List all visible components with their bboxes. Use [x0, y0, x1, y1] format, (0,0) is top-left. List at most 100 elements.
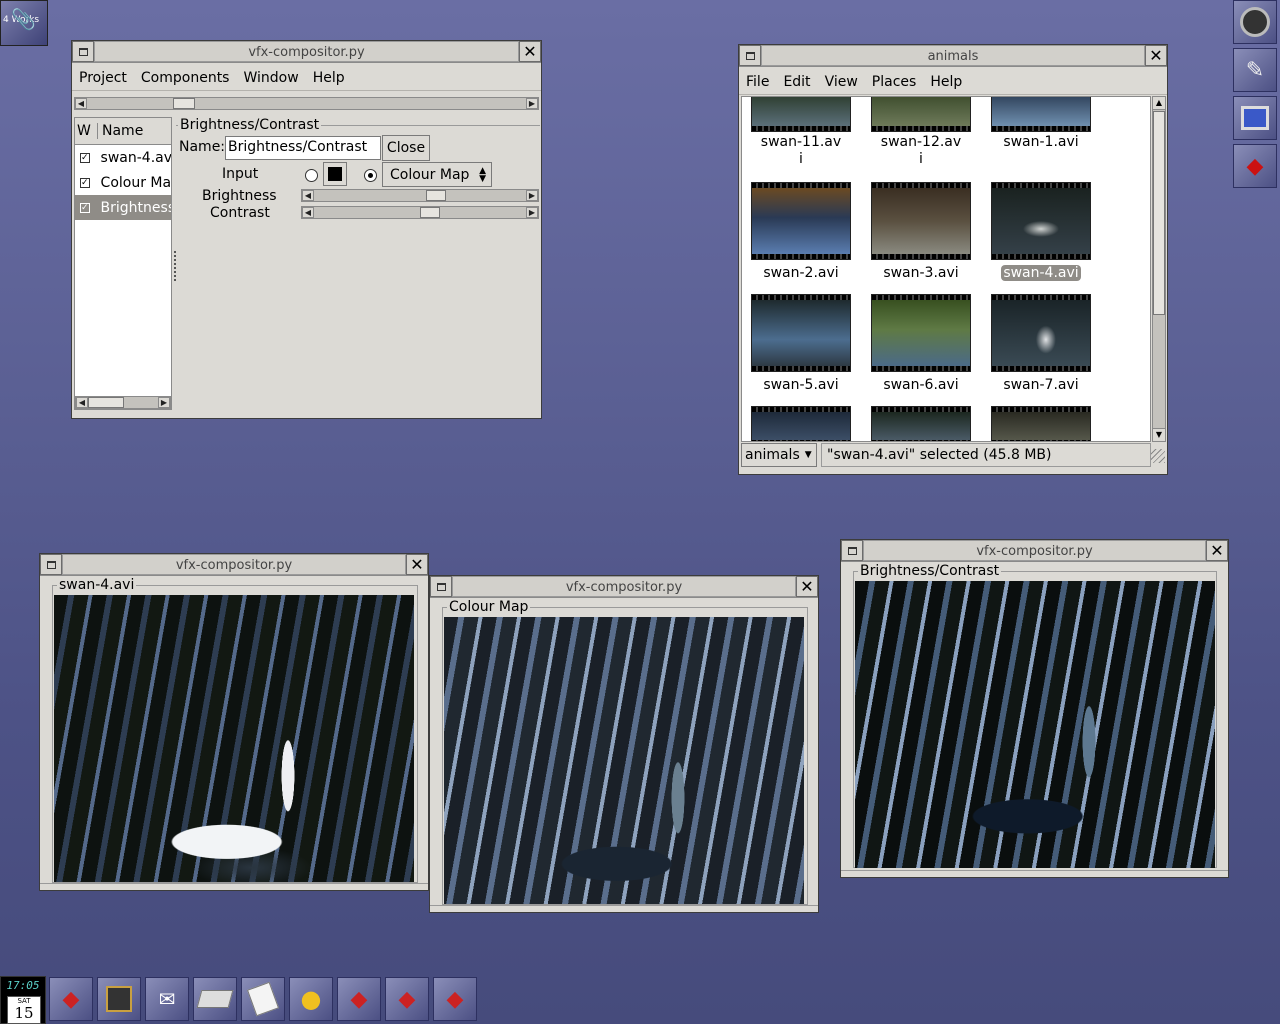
contrast-thumb[interactable] [420, 207, 440, 218]
select-value: Colour Map [390, 166, 470, 183]
file-item[interactable]: swan-6.avi [866, 294, 976, 394]
gnu-app-icon: ◆ [1246, 153, 1264, 179]
close-window-button[interactable]: ✕ [1145, 45, 1167, 66]
close-window-button[interactable]: ✕ [796, 576, 818, 597]
checkbox[interactable]: ✓ [80, 152, 90, 163]
color-swatch-button[interactable] [323, 162, 347, 186]
compositor-titlebar[interactable]: vfx-compositor.py ✕ [72, 41, 541, 63]
location-dropdown[interactable]: animals ▼ [741, 443, 817, 467]
file-icon-view: swan-11.av i swan-12.av i swan-1.avi swa… [741, 96, 1151, 442]
close-window-button[interactable]: ✕ [519, 41, 541, 62]
file-name: swan-11.av i [760, 134, 842, 167]
taskbar-icon-gnu-app-3[interactable]: ◆ [385, 977, 429, 1021]
window-menu-icon [745, 51, 755, 60]
preview-bottom-bar [430, 905, 818, 912]
clock-widget[interactable]: 17:05 SAT 15 [0, 976, 46, 1024]
scroll-right-arrow[interactable]: ▶ [526, 98, 538, 109]
file-item[interactable]: swan-3.avi [866, 182, 976, 282]
preview-titlebar[interactable]: vfx-compositor.py ✕ [430, 576, 818, 598]
input-radio-component[interactable] [364, 169, 377, 182]
checkbox[interactable]: ✓ [80, 177, 90, 188]
taskbar-icon-drive[interactable] [193, 977, 237, 1021]
taskbar-icon-notes[interactable] [241, 977, 285, 1021]
file-item[interactable] [986, 406, 1096, 441]
scroll-right-arrow[interactable]: ▶ [158, 397, 170, 408]
file-item[interactable]: swan-1.avi [986, 97, 1096, 167]
close-button[interactable]: Close [382, 135, 430, 161]
menu-view[interactable]: View [818, 74, 865, 90]
checkbox[interactable]: ✓ [80, 202, 90, 213]
menu-project[interactable]: Project [72, 70, 134, 86]
scroll-thumb[interactable] [173, 98, 195, 109]
scroll-thumb[interactable] [1153, 111, 1165, 315]
clock-time: 17:05 [6, 979, 40, 992]
dock-icon-2[interactable]: ✎ [1233, 48, 1277, 92]
thumbnail-image [872, 300, 970, 366]
menu-help[interactable]: Help [923, 74, 969, 90]
file-name: swan-1.avi [1003, 134, 1079, 150]
list-item[interactable]: ✓ Colour Map [75, 170, 171, 195]
dock-icon-1[interactable] [1233, 0, 1277, 44]
scroll-left-arrow[interactable]: ◀ [75, 98, 87, 109]
window-title: vfx-compositor.py [62, 554, 406, 575]
window-menu-button[interactable] [841, 540, 863, 561]
window-menu-button[interactable] [72, 41, 94, 62]
preview-titlebar[interactable]: vfx-compositor.py ✕ [40, 554, 428, 576]
close-window-button[interactable]: ✕ [406, 554, 428, 575]
slider-left-arrow[interactable]: ◀ [302, 190, 314, 201]
input-radio-color[interactable] [305, 169, 318, 182]
file-manager-titlebar[interactable]: animals ✕ [739, 45, 1167, 67]
menu-places[interactable]: Places [865, 74, 924, 90]
file-item[interactable]: swan-7.avi [986, 294, 1096, 394]
thumbnail-image [872, 412, 970, 440]
contrast-slider[interactable]: ◀ ▶ [301, 206, 539, 219]
dock-icon-3[interactable] [1233, 96, 1277, 140]
menu-components[interactable]: Components [134, 70, 237, 86]
close-icon: ✕ [523, 42, 537, 61]
file-item[interactable]: swan-11.av i [746, 97, 856, 167]
taskbar-icon-mail[interactable]: ✉ [145, 977, 189, 1021]
brightness-slider[interactable]: ◀ ▶ [301, 189, 539, 202]
file-item[interactable]: swan-2.avi [746, 182, 856, 282]
taskbar-icon-terminal[interactable] [97, 977, 141, 1021]
menu-help[interactable]: Help [306, 70, 352, 86]
window-menu-button[interactable] [739, 45, 761, 66]
file-item[interactable]: swan-5.avi [746, 294, 856, 394]
taskbar-icon-gnu-app[interactable]: ◆ [49, 977, 93, 1021]
resize-grip-icon[interactable] [1151, 449, 1165, 463]
paperclip-icon: 📎 [11, 7, 36, 31]
menu-edit[interactable]: Edit [776, 74, 817, 90]
menu-window[interactable]: Window [236, 70, 305, 86]
file-item[interactable]: swan-12.av i [866, 97, 976, 167]
taskbar-icon-messenger[interactable]: ● [289, 977, 333, 1021]
taskbar-icon-gnu-app-2[interactable]: ◆ [337, 977, 381, 1021]
workspace-pager[interactable]: 4 Works 📎 [0, 0, 48, 46]
preview-titlebar[interactable]: vfx-compositor.py ✕ [841, 540, 1228, 562]
brightness-thumb[interactable] [426, 190, 446, 201]
header-w[interactable]: W [75, 123, 98, 139]
slider-right-arrow[interactable]: ▶ [526, 207, 538, 218]
scroll-left-arrow[interactable]: ◀ [76, 397, 88, 408]
top-scrollbar[interactable]: ◀ ▶ [74, 97, 539, 110]
menu-file[interactable]: File [739, 74, 776, 90]
window-menu-button[interactable] [40, 554, 62, 575]
list-item-selected[interactable]: ✓ Brightness [75, 195, 171, 220]
file-item[interactable] [746, 406, 856, 441]
taskbar-icon-gnu-app-4[interactable]: ◆ [433, 977, 477, 1021]
scroll-down-arrow[interactable]: ▼ [1153, 428, 1165, 441]
close-window-button[interactable]: ✕ [1206, 540, 1228, 561]
list-scrollbar[interactable]: ◀ ▶ [75, 396, 171, 409]
file-item[interactable] [866, 406, 976, 441]
list-item[interactable]: ✓ swan-4.avi [75, 145, 171, 170]
file-view-scrollbar[interactable]: ▲ ▼ [1152, 96, 1166, 442]
slider-right-arrow[interactable]: ▶ [526, 190, 538, 201]
name-input[interactable]: Brightness/Contrast [225, 136, 381, 160]
dock-icon-4[interactable]: ◆ [1233, 144, 1277, 188]
window-menu-button[interactable] [430, 576, 452, 597]
header-name[interactable]: Name [98, 123, 143, 139]
input-component-select[interactable]: Colour Map ▲ ▼ [382, 162, 492, 187]
file-item-selected[interactable]: swan-4.avi [986, 182, 1096, 282]
scroll-up-arrow[interactable]: ▲ [1153, 97, 1165, 110]
slider-left-arrow[interactable]: ◀ [302, 207, 314, 218]
scroll-thumb[interactable] [88, 397, 124, 408]
